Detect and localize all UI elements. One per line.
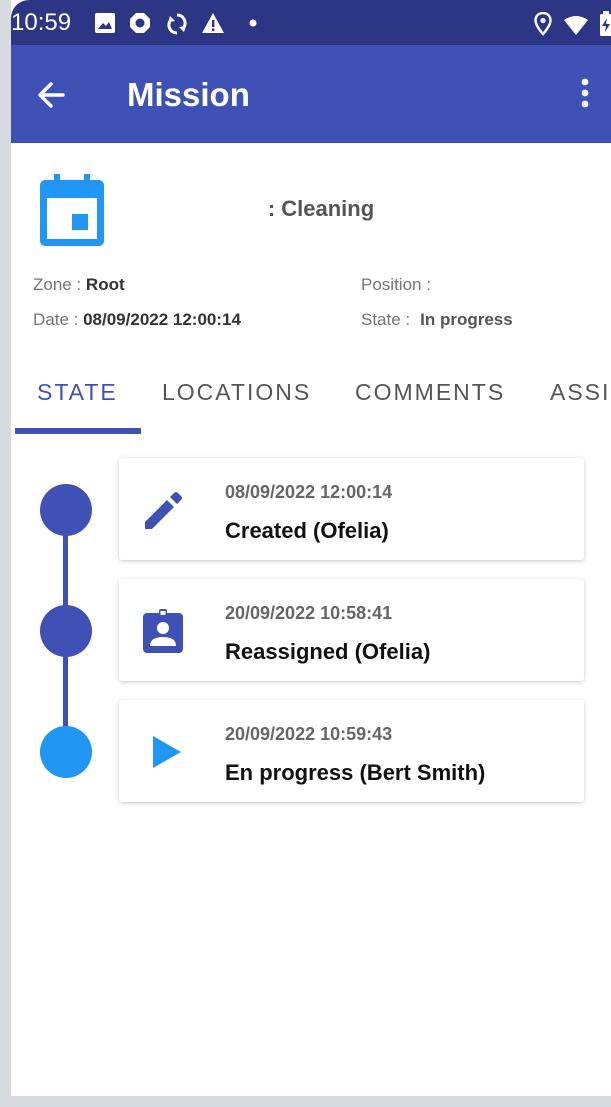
date-value: 08/09/2022 12:00:14 — [83, 310, 241, 329]
app-bar: Mission — [11, 45, 611, 143]
card-date: 08/09/2022 12:00:14 — [225, 482, 393, 502]
more-vert-icon[interactable] — [573, 73, 597, 113]
play-icon — [153, 736, 181, 768]
card-date: 20/09/2022 10:58:41 — [225, 603, 393, 623]
card-label: En progress (Bert Smith) — [225, 760, 486, 785]
wifi-icon — [564, 16, 588, 35]
window-frame-left — [0, 0, 11, 1107]
page-title: Mission — [127, 76, 250, 113]
date-info: Date : 08/09/2022 12:00:14 — [33, 310, 241, 330]
timeline-dot — [40, 726, 92, 778]
card-label: Created (Ofelia) — [225, 518, 389, 543]
zone-value: Root — [85, 275, 125, 294]
mission-type: : Cleaning — [267, 196, 375, 221]
pencil-icon — [145, 492, 182, 529]
tab-comments[interactable]: COMMENTS — [355, 379, 505, 406]
position-label: Position : — [361, 275, 431, 294]
timeline-card-in-progress[interactable]: 20/09/2022 10:59:43 En progress (Bert Sm… — [119, 700, 584, 802]
timeline-dot — [40, 605, 92, 657]
tab-state[interactable]: STATE — [37, 379, 118, 406]
card-label: Reassigned (Ofelia) — [225, 639, 431, 664]
location-icon — [534, 12, 552, 36]
state-label: State : — [361, 310, 411, 329]
octagon-icon — [130, 13, 150, 33]
timeline-dot — [40, 484, 92, 536]
window-frame-bottom — [0, 1096, 611, 1107]
calendar-icon — [40, 174, 104, 246]
status-time: 10:59 — [11, 9, 72, 36]
tab-locations[interactable]: LOCATIONS — [162, 379, 311, 406]
status-bar: 10:59 — [11, 0, 611, 45]
battery-icon — [600, 11, 611, 36]
tab-indicator — [15, 428, 141, 434]
zone-info: Zone : Root — [33, 275, 125, 295]
tab-assignments[interactable]: ASSI — [550, 379, 610, 406]
arrow-back-icon[interactable] — [33, 75, 73, 115]
timeline-card-reassigned[interactable]: 20/09/2022 10:58:41 Reassigned (Ofelia) — [119, 579, 584, 681]
state-value: In progress — [420, 310, 513, 329]
dot-icon — [249, 19, 257, 27]
app-screen: 10:59 Mission: Cleaning Zone: Root Pos… — [11, 0, 611, 1096]
state-info: State : In progress — [361, 310, 513, 330]
assignment-ind-icon — [143, 609, 183, 653]
card-date: 20/09/2022 10:59:43 — [225, 724, 393, 744]
zone-label: Zone : — [33, 275, 86, 294]
sync-icon — [167, 13, 187, 35]
date-label: Date : — [33, 310, 84, 329]
image-icon — [95, 13, 115, 33]
timeline-card-created[interactable]: 08/09/2022 12:00:14 Created (Ofelia) — [119, 458, 584, 560]
warning-icon — [202, 13, 224, 33]
